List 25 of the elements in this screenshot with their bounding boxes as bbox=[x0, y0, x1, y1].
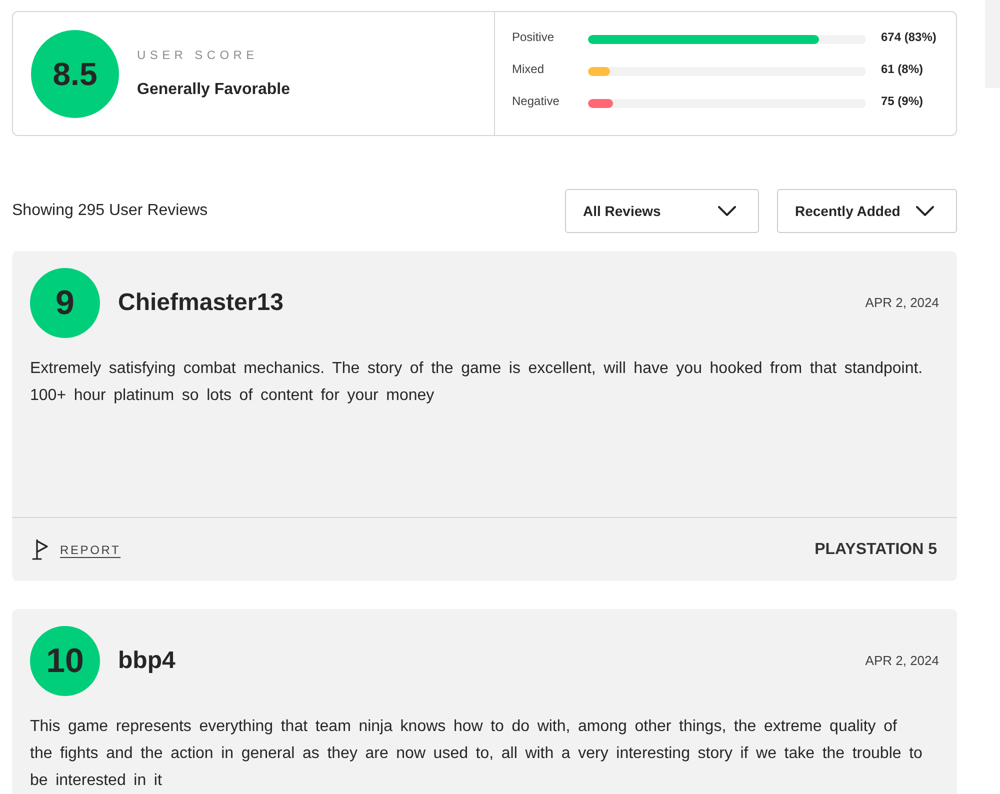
reviewer-name[interactable]: Chiefmaster13 bbox=[118, 285, 284, 321]
rating-category-label: Negative bbox=[512, 92, 560, 110]
rating-category-label: Positive bbox=[512, 28, 556, 46]
review-date: APR 2, 2024 bbox=[865, 294, 939, 312]
rating-category-label: Mixed bbox=[512, 60, 546, 78]
score-verdict: Generally Favorable bbox=[137, 80, 290, 100]
chevron-down-icon bbox=[718, 206, 736, 216]
rating-count: 61 (8%) bbox=[881, 60, 924, 78]
score-badge: 10 bbox=[30, 626, 100, 696]
user-score-label: USER SCORE bbox=[137, 46, 260, 64]
flag-icon bbox=[32, 539, 48, 560]
platform-label: PLAYSTATION 5 bbox=[814, 540, 937, 560]
review-text: This game represents everything that team ninja knows how to do with, among other things, the extreme quality of the fights and the action in general as they are now used to, all with a very interesting story if we take the trouble to be interested in it bbox=[30, 717, 924, 791]
score-badge: 8.5 bbox=[31, 30, 119, 118]
chevron-down-icon bbox=[916, 206, 934, 216]
review-count: Showing 295 User Reviews bbox=[12, 201, 208, 221]
review-date: APR 2, 2024 bbox=[865, 652, 939, 670]
sort-dropdown[interactable]: Recently Added bbox=[777, 189, 957, 233]
review-text: Extremely satisfying combat mechanics. The story of the game is excellent, will have you hooked from that standpoint. 100+ hour platinum so lots of content for your money bbox=[30, 359, 924, 406]
reviewer-name[interactable]: bbp4 bbox=[118, 643, 176, 679]
report-button[interactable]: REPORT bbox=[32, 539, 121, 560]
score-badge: 9 bbox=[30, 268, 100, 338]
filter-dropdown[interactable]: All Reviews bbox=[565, 189, 759, 233]
rating-count: 75 (9%) bbox=[881, 92, 924, 110]
rating-count: 674 (83%) bbox=[881, 28, 936, 46]
